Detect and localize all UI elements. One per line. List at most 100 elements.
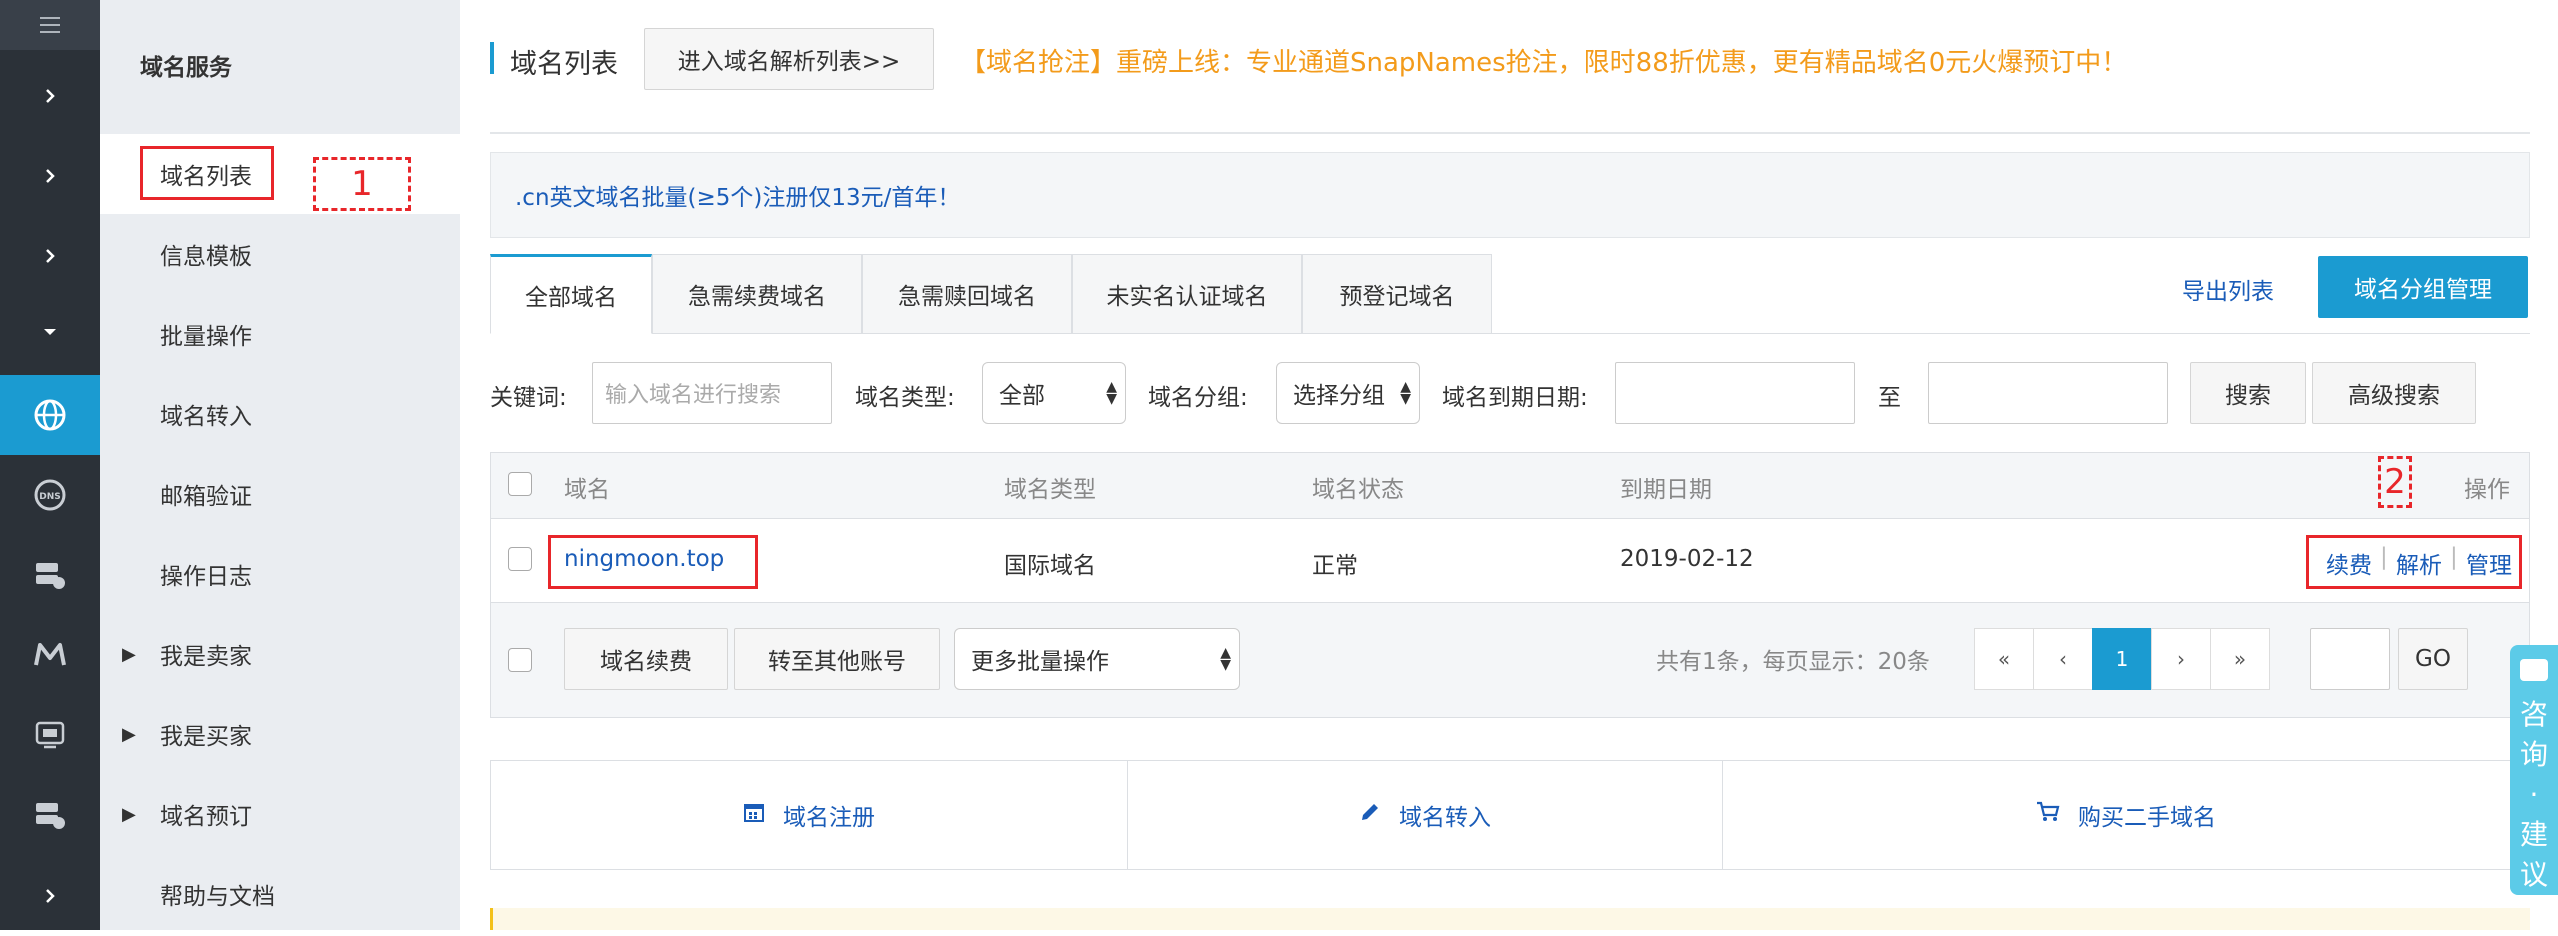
group-select-value: 选择分组 [1293, 383, 1385, 409]
chevron-right-icon[interactable] [0, 136, 100, 216]
table-header-ops: 操作 [2464, 477, 2510, 503]
sidebar-item-label: 批量操作 [160, 324, 252, 350]
chevron-right-icon[interactable] [0, 856, 100, 936]
transfer-account-button[interactable]: 转至其他账号 [734, 628, 940, 690]
chevron-down-icon[interactable] [0, 292, 100, 372]
expiry-start-input[interactable] [1615, 362, 1855, 424]
keyword-label: 关键词: [490, 385, 567, 411]
expiry-label: 域名到期日期: [1442, 385, 1588, 411]
dns-list-button[interactable]: 进入域名解析列表>> [644, 28, 934, 90]
page-title: 域名列表 [510, 49, 618, 80]
type-label: 域名类型: [855, 385, 955, 411]
promo-banner[interactable]: 【域名抢注】重磅上线：专业通道SnapNames抢注，限时88折优惠，更有精品域… [960, 42, 2127, 79]
server-icon[interactable] [0, 775, 100, 855]
sidebar-item-label: 域名转入 [160, 404, 252, 430]
page-next-button[interactable]: › [2151, 628, 2211, 690]
group-manage-button[interactable]: 域名分组管理 [2318, 256, 2528, 318]
sidebar-item-batch[interactable]: 批量操作 [100, 294, 460, 374]
row-checkbox[interactable] [508, 547, 532, 571]
sidebar-item-buyer[interactable]: ▶ 我是买家 [100, 694, 460, 774]
caret-right-icon: ▶ [122, 643, 136, 665]
page-jump-input[interactable] [2310, 628, 2390, 690]
group-select[interactable]: 选择分组 ▲ ▼ [1276, 362, 1420, 424]
monitor-icon[interactable] [0, 695, 100, 775]
sidebar-item-label: 帮助与文档 [160, 884, 275, 910]
advanced-search-button[interactable]: 高级搜索 [2312, 362, 2476, 424]
sidebar-item-label: 域名预订 [160, 804, 252, 830]
table-header-status: 域名状态 [1312, 477, 1404, 503]
caret-right-icon: ▶ [122, 803, 136, 825]
page-prev-button[interactable]: ‹ [2033, 628, 2093, 690]
sidebar-item-label: 信息模板 [160, 244, 252, 270]
consult-float-button[interactable]: 咨 询 · 建 议 [2510, 645, 2558, 895]
svg-text:DNS: DNS [39, 492, 61, 502]
annotation-label-1: 1 [313, 157, 411, 211]
consult-char: 询 [2519, 738, 2548, 771]
menu-icon[interactable] [0, 0, 100, 50]
shortcut-label: 域名转入 [1399, 805, 1491, 831]
consult-char: 议 [2519, 858, 2548, 891]
sidebar-item-label: 我是买家 [160, 724, 252, 750]
page-1-button[interactable]: 1 [2092, 628, 2152, 690]
type-select-value: 全部 [999, 383, 1045, 409]
shortcut-transfer[interactable]: 域名转入 [1127, 760, 1723, 870]
sidebar-item-email-verify[interactable]: 邮箱验证 [100, 454, 460, 534]
sidebar-item-label: 我是卖家 [160, 644, 252, 670]
sidebar-item-label: 邮箱验证 [160, 484, 252, 510]
page-first-button[interactable]: « [1974, 628, 2034, 690]
globe-icon[interactable] [0, 375, 100, 455]
sidebar-item-seller[interactable]: ▶ 我是卖家 [100, 614, 460, 694]
table-header-type: 域名类型 [1004, 477, 1096, 503]
tab-redeem-urgent[interactable]: 急需赎回域名 [862, 254, 1072, 334]
pagination-summary: 共有1条，每页显示：20条 [1656, 649, 1930, 675]
sidebar-item-templates[interactable]: 信息模板 [100, 214, 460, 294]
caret-right-icon: ▶ [122, 723, 136, 745]
select-arrows-icon: ▲ ▼ [1106, 379, 1117, 407]
m-logo-icon[interactable] [0, 615, 100, 695]
tab-renew-urgent[interactable]: 急需续费域名 [652, 254, 862, 334]
page-last-button[interactable]: » [2210, 628, 2270, 690]
select-all-checkbox[interactable] [508, 472, 532, 496]
side-menu-title: 域名服务 [140, 55, 232, 81]
shortcut-secondhand[interactable]: 购买二手域名 [1722, 760, 2530, 870]
tabs-baseline [1492, 333, 2530, 334]
tab-all[interactable]: 全部域名 [490, 254, 652, 334]
sidebar-item-op-log[interactable]: 操作日志 [100, 534, 460, 614]
annotation-label-2: 2 [2378, 456, 2412, 508]
notice-banner[interactable]: .cn英文域名批量(≥5个)注册仅13元/首年！ [490, 152, 2530, 238]
bottom-notice-strip [490, 908, 2530, 930]
sidebar-item-transfer-in[interactable]: 域名转入 [100, 374, 460, 454]
batch-checkbox[interactable] [508, 648, 532, 672]
shortcut-label: 域名注册 [783, 805, 875, 831]
domain-status-cell: 正常 [1312, 553, 1358, 579]
server-icon[interactable] [0, 535, 100, 615]
annotation-box-domain [548, 535, 758, 589]
more-batch-select[interactable]: 更多批量操作 ▲ ▼ [954, 628, 1240, 690]
to-label: 至 [1878, 385, 1901, 411]
chevron-right-icon[interactable] [0, 56, 100, 136]
tab-preregistered[interactable]: 预登记域名 [1302, 254, 1492, 334]
shortcut-label: 购买二手域名 [2078, 805, 2216, 831]
shortcut-register[interactable]: 域名注册 [490, 760, 1128, 870]
expiry-end-input[interactable] [1928, 362, 2168, 424]
search-button[interactable]: 搜索 [2190, 362, 2306, 424]
sidebar-item-help[interactable]: 帮助与文档 [100, 854, 460, 934]
pencil-icon [1359, 801, 1381, 829]
side-menu: 域名服务 域名列表 信息模板 批量操作 域名转入 邮箱验证 操作日志 ▶ 我是卖家… [100, 0, 460, 930]
export-list-link[interactable]: 导出列表 [2182, 272, 2274, 306]
sidebar-item-reserve[interactable]: ▶ 域名预订 [100, 774, 460, 854]
group-label: 域名分组: [1148, 385, 1248, 411]
chat-icon [2520, 659, 2548, 681]
main-content: 域名列表 进入域名解析列表>> 【域名抢注】重磅上线：专业通道SnapNames… [460, 0, 2558, 930]
consult-char: · [2529, 778, 2539, 811]
chevron-right-icon[interactable] [0, 216, 100, 296]
go-button[interactable]: GO [2398, 628, 2468, 690]
sidebar-item-label: 操作日志 [160, 564, 252, 590]
domain-type-cell: 国际域名 [1004, 553, 1096, 579]
dns-icon[interactable]: DNS [0, 455, 100, 535]
type-select[interactable]: 全部 ▲ ▼ [982, 362, 1126, 424]
batch-renew-button[interactable]: 域名续费 [564, 628, 728, 690]
keyword-input[interactable]: 输入域名进行搜索 [592, 362, 832, 424]
consult-char: 咨 [2519, 698, 2548, 731]
tab-unverified[interactable]: 未实名认证域名 [1072, 254, 1302, 334]
